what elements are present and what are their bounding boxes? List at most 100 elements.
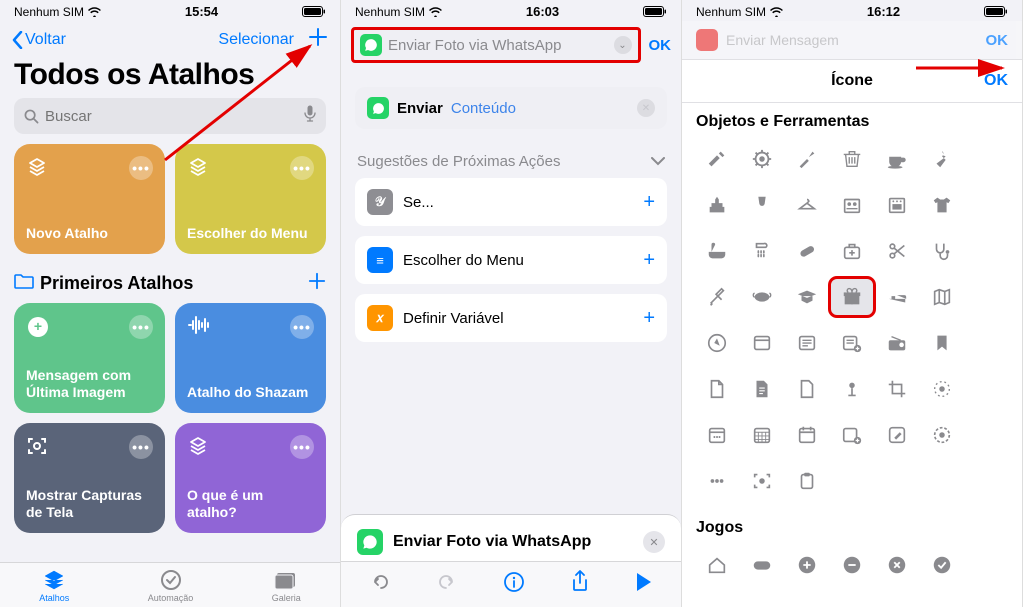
more-icon[interactable]: ••• bbox=[290, 315, 314, 339]
more-icon[interactable]: ••• bbox=[129, 435, 153, 459]
ok-button[interactable]: OK bbox=[978, 72, 1008, 90]
bookmark-icon[interactable] bbox=[920, 323, 965, 363]
close-icon[interactable]: ✕ bbox=[643, 531, 665, 553]
map-icon[interactable] bbox=[920, 277, 965, 317]
share-icon[interactable] bbox=[570, 570, 590, 599]
suggestion-item[interactable]: 𝑥 Definir Variável + bbox=[355, 294, 667, 342]
clipboard-icon[interactable] bbox=[784, 461, 829, 501]
doc-icon[interactable] bbox=[694, 369, 739, 409]
redo-icon[interactable] bbox=[436, 571, 458, 598]
wine-icon[interactable] bbox=[739, 185, 784, 225]
info-icon[interactable] bbox=[503, 571, 525, 598]
add-icon[interactable]: + bbox=[643, 191, 655, 214]
doc-fill-icon[interactable] bbox=[739, 369, 784, 409]
play-icon[interactable] bbox=[635, 572, 653, 597]
mask-icon[interactable] bbox=[739, 277, 784, 317]
date-icon[interactable]: ••• bbox=[694, 415, 739, 455]
check-circle-icon[interactable] bbox=[920, 545, 965, 585]
search-field[interactable] bbox=[14, 98, 326, 134]
calendar-plus-icon[interactable] bbox=[829, 415, 874, 455]
bath-icon[interactable] bbox=[694, 231, 739, 271]
screwdriver-icon[interactable] bbox=[784, 139, 829, 179]
card-oque[interactable]: ••• O que é um atalho? bbox=[175, 423, 326, 533]
disc-icon[interactable] bbox=[920, 415, 965, 455]
radio-icon[interactable] bbox=[875, 323, 920, 363]
scan-icon[interactable] bbox=[739, 461, 784, 501]
ok-button[interactable]: OK bbox=[649, 37, 672, 54]
statusbar: Nenhum SIM 15:54 bbox=[0, 0, 340, 21]
scissors-icon[interactable] bbox=[875, 231, 920, 271]
stove-icon[interactable] bbox=[829, 185, 874, 225]
tab-galeria[interactable]: Galeria bbox=[272, 569, 301, 603]
doc-blank-icon[interactable] bbox=[784, 369, 829, 409]
layers-icon bbox=[26, 156, 48, 184]
undo-icon[interactable] bbox=[369, 571, 391, 598]
house-icon[interactable] bbox=[694, 545, 739, 585]
cake-icon[interactable] bbox=[694, 185, 739, 225]
bed-icon[interactable] bbox=[875, 277, 920, 317]
pill-icon[interactable] bbox=[784, 231, 829, 271]
plus-circle-icon[interactable] bbox=[784, 545, 829, 585]
action-send[interactable]: Enviar Conteúdo ✕ bbox=[355, 87, 667, 129]
calendar-icon[interactable] bbox=[784, 415, 829, 455]
suggestions-header[interactable]: Sugestões de Próximas Ações bbox=[341, 129, 681, 178]
shortcut-name-field[interactable]: Enviar Foto via WhatsApp ⌄ bbox=[351, 27, 641, 63]
section-add[interactable] bbox=[308, 272, 326, 295]
chevron-down-icon[interactable]: ⌄ bbox=[614, 36, 632, 54]
section-header[interactable]: Primeiros Atalhos bbox=[0, 264, 340, 303]
whatsapp-icon bbox=[357, 529, 383, 555]
search-input[interactable] bbox=[45, 108, 298, 125]
medkit-icon[interactable] bbox=[829, 231, 874, 271]
gift-icon[interactable] bbox=[829, 277, 874, 317]
more-icon[interactable]: ••• bbox=[129, 156, 153, 180]
card-novo-atalho[interactable]: ••• Novo Atalho bbox=[14, 144, 165, 254]
hanger-icon[interactable] bbox=[784, 185, 829, 225]
back-button[interactable]: Voltar bbox=[12, 31, 66, 49]
statusbar: Nenhum SIM 16:12 bbox=[682, 0, 1022, 21]
x-circle-icon[interactable] bbox=[875, 545, 920, 585]
card-mensagem[interactable]: + ••• Mensagem com Última Imagem bbox=[14, 303, 165, 413]
add-icon[interactable]: + bbox=[643, 249, 655, 272]
stethoscope-icon[interactable] bbox=[920, 231, 965, 271]
edit-icon[interactable] bbox=[875, 415, 920, 455]
card-capturas[interactable]: ••• Mostrar Capturas de Tela bbox=[14, 423, 165, 533]
select-button[interactable]: Selecionar bbox=[218, 31, 294, 49]
suggestion-item[interactable]: ≡ Escolher do Menu + bbox=[355, 236, 667, 284]
section-objects: Objetos e Ferramentas bbox=[682, 103, 1022, 135]
add-icon[interactable]: + bbox=[643, 307, 655, 330]
cog-icon[interactable] bbox=[920, 369, 965, 409]
suggestion-item[interactable]: 𝒴 Se... + bbox=[355, 178, 667, 226]
gamepad-icon[interactable] bbox=[739, 545, 784, 585]
oven-icon[interactable] bbox=[875, 185, 920, 225]
close-icon[interactable]: ✕ bbox=[637, 99, 655, 117]
action-param[interactable]: Conteúdo bbox=[451, 100, 516, 117]
mic-icon[interactable] bbox=[304, 105, 316, 127]
gear-icon[interactable] bbox=[739, 139, 784, 179]
minus-circle-icon[interactable] bbox=[829, 545, 874, 585]
crop-icon[interactable] bbox=[875, 369, 920, 409]
add-button[interactable] bbox=[308, 27, 328, 52]
tab-automacao[interactable]: Automação bbox=[148, 569, 194, 603]
more-icon[interactable]: ••• bbox=[290, 156, 314, 180]
shower-icon[interactable] bbox=[739, 231, 784, 271]
news-icon[interactable] bbox=[784, 323, 829, 363]
graduation-icon[interactable] bbox=[784, 277, 829, 317]
carrot-icon[interactable] bbox=[920, 139, 965, 179]
pin-icon[interactable] bbox=[829, 369, 874, 409]
card-escolher-menu[interactable]: ••• Escolher do Menu bbox=[175, 144, 326, 254]
card-shazam[interactable]: ••• Atalho do Shazam bbox=[175, 303, 326, 413]
window-icon[interactable] bbox=[739, 323, 784, 363]
tshirt-icon[interactable] bbox=[920, 185, 965, 225]
trash-icon[interactable] bbox=[829, 139, 874, 179]
hammer-icon[interactable] bbox=[694, 139, 739, 179]
date-grid-icon[interactable] bbox=[739, 415, 784, 455]
dots-icon[interactable] bbox=[694, 461, 739, 501]
more-icon[interactable]: ••• bbox=[290, 435, 314, 459]
compass-icon[interactable] bbox=[694, 323, 739, 363]
news-plus-icon[interactable] bbox=[829, 323, 874, 363]
more-icon[interactable]: ••• bbox=[129, 315, 153, 339]
action-label: Enviar bbox=[397, 100, 443, 117]
syringe-icon[interactable] bbox=[694, 277, 739, 317]
tab-atalhos[interactable]: Atalhos bbox=[39, 569, 69, 603]
coffee-icon[interactable] bbox=[875, 139, 920, 179]
